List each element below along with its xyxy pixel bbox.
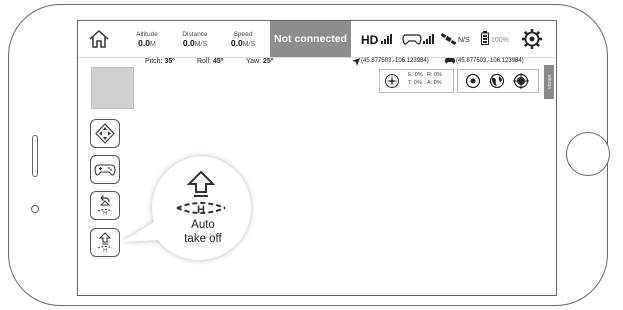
home-icon[interactable] [88,29,110,49]
return-home-button[interactable]: H [90,191,120,220]
phone-side-button [32,135,38,177]
svg-text:H: H [103,211,107,217]
gamepad-icon [94,164,116,176]
flight-mode-button[interactable] [90,119,120,148]
return-home-icon: H [97,195,113,217]
takeoff-icon: H [97,232,113,254]
controller-coordinates: (45.877503,-106.123984) [456,58,524,64]
altitude-value: 0.0M [138,38,156,48]
svg-text:H: H [103,248,107,254]
stick-r-value: R: 0% [427,72,442,78]
stick-e-value: E: 0% [408,72,423,78]
remote-signal-icon [423,34,434,44]
svg-text:H: H [197,204,205,216]
compass-icon [385,74,399,88]
distance-value: 0.0M/S [182,38,208,48]
media-side-tab[interactable]: MEDIA [544,65,554,99]
roll-readout: Roll: 45º [197,58,224,65]
stick-a-value: A: 0% [427,80,442,86]
distance-label: Distance [182,31,208,38]
connection-status: Not connected [270,21,351,57]
yaw-readout: Yaw: 25º [246,58,274,65]
globe-map-icon[interactable] [489,73,505,89]
gps-label: N/S [458,37,470,44]
target-lock-icon[interactable] [513,73,529,89]
aircraft-location-icon [352,58,360,66]
altitude-label: Altitude [136,31,158,38]
telemetry-distance: Distance 0.0M/S [173,31,217,48]
remote-control-button[interactable] [90,155,120,184]
callout-line-1: Auto [191,219,215,231]
controller-location-icon [445,58,455,64]
stick-t-value: T: 0% [408,80,422,86]
speed-value: 0.0M/S [230,38,256,48]
gear-icon[interactable] [521,28,543,50]
telemetry-altitude: Altitude 0.0M [125,31,169,48]
takeoff-icon: H [176,170,226,216]
phone-side-dot [31,205,39,213]
battery-icon [481,31,489,45]
gamepad-icon [402,34,422,45]
camera-preview-thumbnail[interactable] [91,67,134,109]
video-signal-icon [381,34,392,44]
directional-pad-icon [95,123,115,144]
speed-label: Speed [233,31,253,38]
phone-home-button [566,132,610,176]
auto-takeoff-button[interactable]: H [90,228,120,257]
satellite-icon [441,33,456,45]
video-signal-label: HD [361,33,379,47]
callout-line-2: take off [184,233,222,245]
locate-aircraft-icon[interactable] [465,73,481,89]
telemetry-speed: Speed 0.0M/S [221,31,265,48]
pitch-readout: Pitch: 35º [145,58,175,65]
callout-label: Auto take off [164,218,242,246]
battery-label: 100% [491,37,509,44]
aircraft-coordinates: (45.877503,-106.123984) [361,58,429,64]
